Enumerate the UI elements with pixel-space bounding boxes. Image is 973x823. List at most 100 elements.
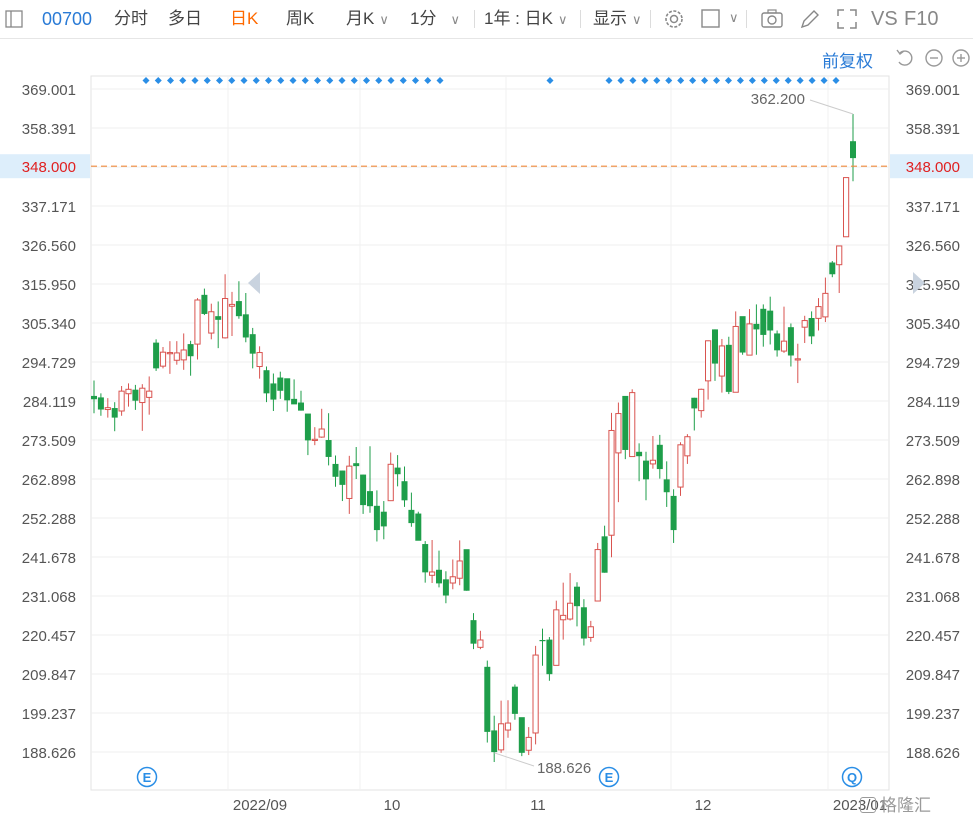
- event-diamond-icon: [701, 77, 709, 84]
- y-tick-label-left: 284.119: [23, 394, 76, 411]
- candle: [663, 461, 670, 507]
- candle: [732, 311, 739, 393]
- candle-body: [843, 177, 850, 238]
- candle: [201, 288, 208, 316]
- event-diamond-icon: [689, 77, 697, 84]
- candle-body: [187, 344, 194, 357]
- event-marker-icon[interactable]: Q: [841, 766, 863, 788]
- event-diamond-icon: [677, 77, 685, 84]
- candle: [325, 413, 332, 466]
- candle: [601, 525, 608, 573]
- candle: [180, 333, 187, 370]
- candle: [739, 316, 746, 355]
- candle-body: [622, 395, 629, 450]
- candle: [705, 340, 712, 400]
- x-tick-label: 2022/09: [233, 797, 287, 814]
- candle: [760, 304, 767, 347]
- event-marker-icon[interactable]: E: [598, 766, 620, 788]
- candle-body: [663, 479, 670, 493]
- candle: [291, 379, 298, 405]
- candle: [587, 620, 594, 642]
- candle-body: [118, 390, 125, 412]
- candle-body: [387, 463, 394, 502]
- candle-body: [829, 262, 836, 275]
- candle-body: [463, 549, 470, 591]
- event-diamond-icon: [375, 77, 383, 84]
- y-tick-label-right: 231.068: [906, 589, 960, 606]
- candle-body: [518, 717, 525, 753]
- scroll-left-arrow-icon[interactable]: [248, 272, 260, 294]
- candle: [622, 395, 629, 460]
- event-diamond-icon: [784, 77, 792, 84]
- x-tick-label: 12: [695, 797, 712, 814]
- event-marker-icon[interactable]: E: [136, 766, 158, 788]
- event-diamond-icon: [641, 77, 649, 84]
- candle: [567, 573, 574, 621]
- y-tick-label-left: 305.340: [22, 316, 76, 333]
- candle-body: [291, 398, 298, 405]
- event-diamond-icon: [338, 77, 346, 84]
- candle: [415, 511, 422, 541]
- candle: [836, 245, 843, 294]
- candle-body: [643, 460, 649, 480]
- event-diamond-icon: [436, 77, 444, 84]
- candle-body: [753, 323, 760, 330]
- candle: [125, 383, 132, 407]
- event-diamond-icon: [142, 77, 150, 84]
- candle: [484, 660, 491, 743]
- candle: [649, 435, 656, 469]
- candle-body: [498, 723, 505, 751]
- candle-body: [767, 310, 774, 331]
- candle: [235, 281, 242, 319]
- candle-body: [477, 639, 484, 648]
- y-tick-label-right: 358.391: [906, 121, 960, 138]
- candle: [843, 177, 850, 238]
- kline-chart[interactable]: 369.001 369.001 358.391 358.391 337.171 337.1…: [0, 0, 973, 823]
- candle-body: [456, 560, 463, 579]
- event-diamond-icon: [252, 77, 260, 84]
- candle: [304, 413, 311, 456]
- event-diamond-icon: [605, 77, 613, 84]
- candle: [408, 492, 415, 527]
- candle-body: [698, 388, 705, 412]
- candle-body: [794, 358, 801, 361]
- event-diamond-icon: [179, 77, 187, 84]
- event-diamond-icon: [216, 77, 223, 84]
- candle-body: [712, 329, 718, 364]
- candle-body: [553, 609, 560, 666]
- candle: [518, 717, 525, 757]
- candle-body: [249, 334, 256, 354]
- candle-body: [394, 467, 401, 475]
- candle-body: [504, 722, 512, 731]
- y-tick-label-left: 337.171: [22, 199, 76, 216]
- candle-body: [201, 294, 208, 314]
- candle-body: [601, 536, 608, 573]
- y-tick-label-right: 284.119: [907, 394, 960, 411]
- candle-body: [539, 639, 546, 642]
- candle: [850, 113, 856, 182]
- x-tick-label: 10: [384, 797, 401, 814]
- candle-body: [470, 620, 477, 644]
- candle-body: [298, 402, 304, 411]
- event-marker-letter: Q: [847, 770, 857, 785]
- candle: [332, 455, 339, 487]
- candle: [208, 303, 215, 340]
- candle-body: [656, 444, 663, 470]
- event-diamond-icon: [363, 77, 370, 84]
- logo-icon: [860, 797, 876, 813]
- candle: [228, 291, 236, 337]
- candle: [753, 304, 760, 355]
- candle-body: [367, 491, 373, 507]
- candle-body: [511, 686, 518, 714]
- candle-body: [173, 352, 180, 361]
- candle: [511, 684, 518, 720]
- candle: [560, 582, 567, 640]
- candle: [691, 397, 698, 431]
- candle: [477, 630, 484, 650]
- candle: [643, 451, 649, 501]
- candle-body: [346, 465, 353, 499]
- candle-body: [311, 438, 318, 441]
- candle-body: [532, 654, 539, 734]
- candle-body: [615, 413, 622, 454]
- candle-body: [111, 408, 118, 418]
